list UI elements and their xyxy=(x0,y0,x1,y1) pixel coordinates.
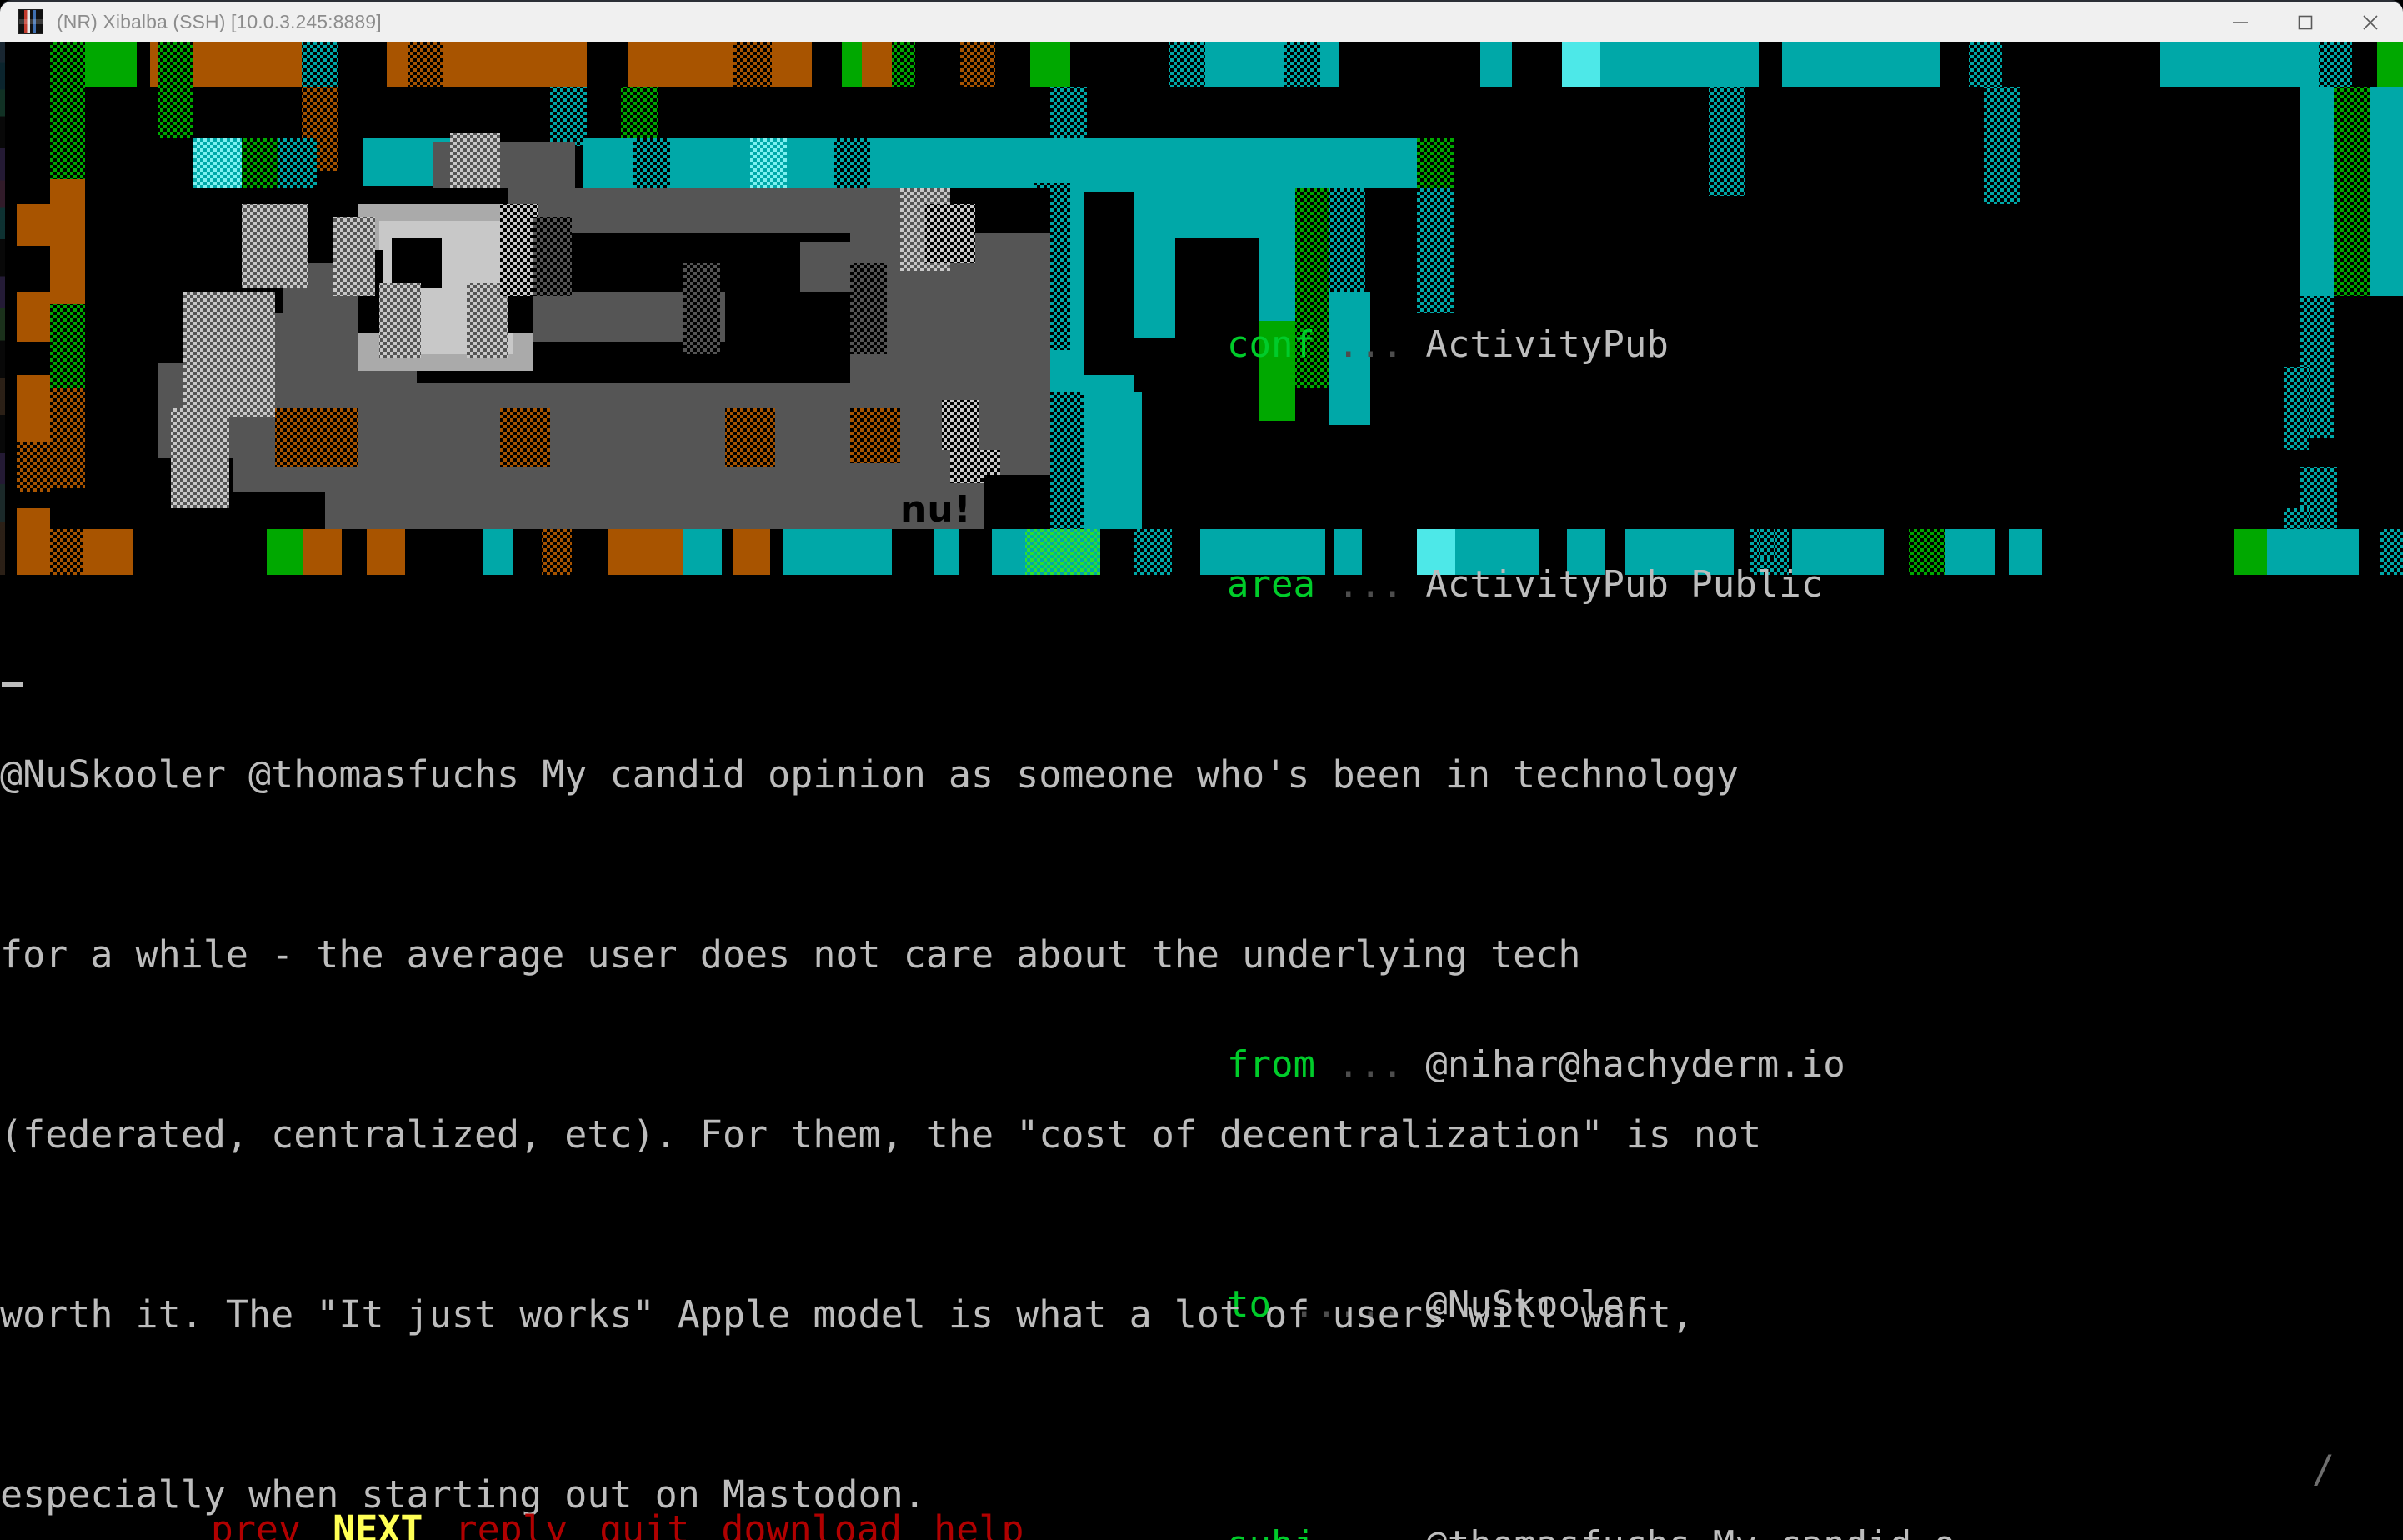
window-title: (NR) Xibalba (SSH) [10.0.3.245:8889] xyxy=(57,10,382,32)
menu-item-download[interactable]: download xyxy=(721,1500,902,1540)
message-body-line: (federated, centralized, etc). For them,… xyxy=(0,1112,1762,1157)
terminal-screen[interactable]: nu! conf ... ActivityPub area ... Activi… xyxy=(0,42,2403,1540)
minimize-icon[interactable] xyxy=(2208,2,2273,43)
header-row-area: area ... ActivityPub Public xyxy=(1227,555,2022,615)
message-body-line: for a while - the average user does not … xyxy=(0,932,1581,977)
window-titlebar[interactable]: (NR) Xibalba (SSH) [10.0.3.245:8889] xyxy=(0,0,2403,42)
header-value-conf: ActivityPub xyxy=(1425,323,1669,366)
menu-item-help[interactable]: help xyxy=(934,1500,1024,1540)
header-dots-conf: ... xyxy=(1314,323,1426,366)
maximize-icon[interactable] xyxy=(2273,2,2338,43)
header-label-conf: conf xyxy=(1227,323,1315,366)
message-body: @NuSkooler @thomasfuchs My candid opinio… xyxy=(0,625,2403,1540)
bottom-menu-bar: prev NEXT reply quit download help / xyxy=(0,1440,2403,1540)
header-value-area: ActivityPub Public xyxy=(1425,563,1824,606)
close-icon[interactable] xyxy=(2338,2,2403,43)
terminal-left-edge-artifact xyxy=(0,42,5,575)
header-row-conf: conf ... ActivityPub xyxy=(1227,315,2022,375)
menu-item-next[interactable]: NEXT xyxy=(333,1500,423,1540)
message-body-line: worth it. The "It just works" Apple mode… xyxy=(0,1292,1694,1337)
menu-item-quit[interactable]: quit xyxy=(599,1500,689,1540)
ansi-art-banner: nu! xyxy=(0,42,2403,575)
artist-signature: nu! xyxy=(900,488,972,531)
menu-item-prev[interactable]: prev xyxy=(211,1500,301,1540)
message-body-line: @NuSkooler @thomasfuchs My candid opinio… xyxy=(0,752,1740,797)
menu-item-reply[interactable]: reply xyxy=(455,1500,568,1540)
activity-spinner: / xyxy=(2311,1448,2335,1492)
text-cursor xyxy=(2,682,23,688)
window-controls xyxy=(2208,2,2403,43)
terminal-app-icon xyxy=(18,9,43,34)
header-dots-area: ... xyxy=(1314,563,1426,606)
header-label-area: area xyxy=(1227,563,1315,606)
terminal-window: (NR) Xibalba (SSH) [10.0.3.245:8889] nu!… xyxy=(0,0,2403,1540)
